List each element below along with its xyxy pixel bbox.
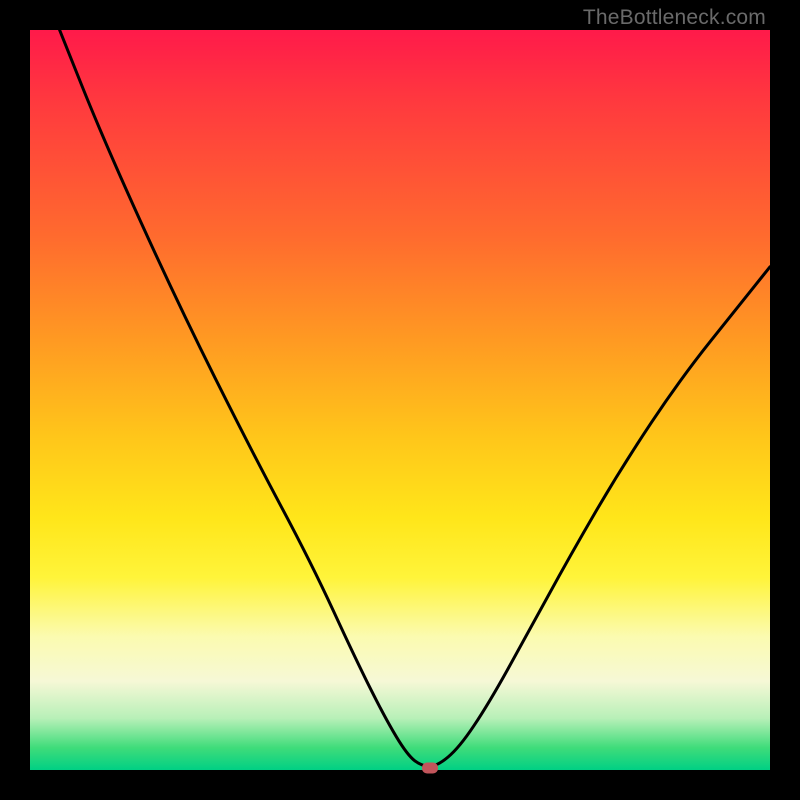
attribution-text: TheBottleneck.com [583, 6, 766, 30]
plot-area [30, 30, 770, 770]
optimal-marker [422, 762, 438, 773]
chart-frame: TheBottleneck.com [0, 0, 800, 800]
bottleneck-curve [30, 30, 770, 770]
